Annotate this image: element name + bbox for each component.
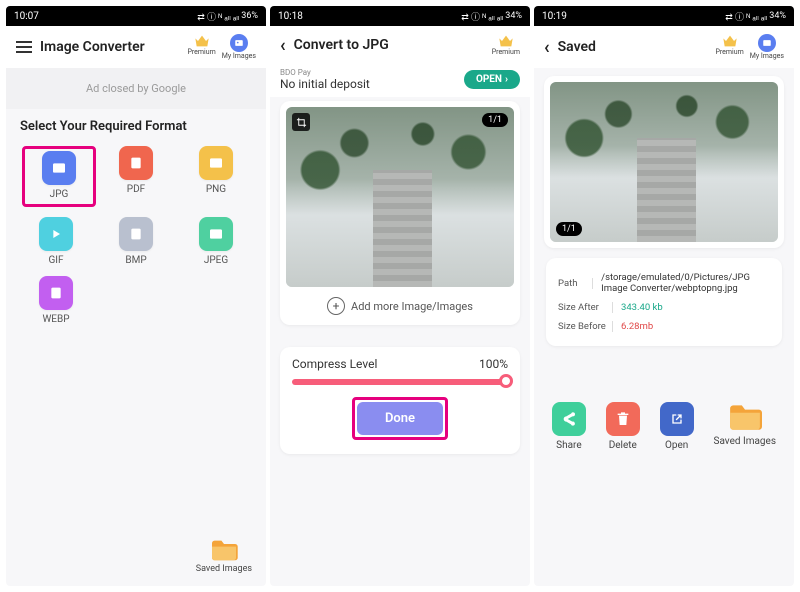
crop-icon[interactable] [292,113,310,131]
doc-icon [119,217,153,251]
action-row: Share Delete Open Saved Images [542,402,786,451]
image-icon [199,217,233,251]
screen-formats: 10:07 ⇄ ⓘ ᴺ ₐₗₗ ₐₗₗ 36% Image Converter … [6,6,266,586]
file-info-card: Path /storage/emulated/0/Pictures/JPG Im… [546,258,782,346]
open-button[interactable]: Open [660,402,694,451]
my-images-button[interactable]: My Images [750,34,784,60]
premium-button[interactable]: Premium [492,34,520,56]
format-tile-png[interactable]: PNG [176,146,256,207]
screen-saved: 10:19 ⇄ ⓘ ᴺ ₐₗₗ ₐₗₗ 34% ‹ Saved Premium … [534,6,794,586]
share-button[interactable]: Share [552,402,586,451]
crown-icon [722,34,738,48]
hamburger-icon[interactable] [16,41,32,53]
open-icon [660,402,694,436]
ad-row: BDO PayNo initial deposit OPEN › [270,64,530,97]
app-header: ‹ Saved Premium My Images [534,26,794,68]
my-images-button[interactable]: My Images [222,34,256,60]
delete-button[interactable]: Delete [606,402,640,451]
image-count-badge: 1/1 [556,222,582,236]
premium-button[interactable]: Premium [715,34,743,56]
compress-card: Compress Level 100% Done [280,347,520,454]
info-row-path: Path /storage/emulated/0/Pictures/JPG Im… [558,268,770,298]
image-circle-icon [758,34,776,52]
share-icon [552,402,586,436]
image-preview[interactable]: 1/1 [286,107,514,287]
done-highlight: Done [352,397,447,440]
compress-value: 100% [479,357,508,371]
saved-images-button[interactable]: Saved Images [714,402,777,451]
info-row-size-after: Size After 343.40 kb [558,298,770,317]
image-icon [199,146,233,180]
compress-slider[interactable] [292,379,508,385]
image-preview[interactable]: 1/1 [550,82,778,242]
ad-text: BDO PayNo initial deposit [280,68,370,91]
chevron-right-icon: › [505,74,508,85]
back-icon[interactable]: ‹ [544,37,550,58]
image-count-badge: 1/1 [482,113,508,127]
screen-title: Saved [558,39,708,55]
compress-label: Compress Level [292,357,377,371]
app-header: ‹ Convert to JPG Premium [270,26,530,64]
crown-icon [498,34,514,48]
ad-open-button[interactable]: OPEN › [464,70,520,89]
play-icon [39,217,73,251]
format-tile-bmp[interactable]: BMP [96,217,176,266]
preview-card: 1/1 [544,76,784,248]
crown-icon [194,34,210,48]
info-row-size-before: Size Before 6.28mb [558,317,770,336]
status-icons: ⇄ ⓘ ᴺ ₐₗₗ ₐₗₗ 34% [461,10,522,23]
back-icon[interactable]: ‹ [280,35,286,56]
preview-card: 1/1 + Add more Image/Images [280,101,520,325]
plus-circle-icon: + [327,297,345,315]
ad-banner: Ad closed by Google [6,68,266,109]
status-bar: 10:07 ⇄ ⓘ ᴺ ₐₗₗ ₐₗₗ 36% [6,6,266,26]
premium-button[interactable]: Premium [187,34,215,56]
folder-icon [728,402,762,432]
status-bar: 10:18 ⇄ ⓘ ᴺ ₐₗₗ ₐₗₗ 34% [270,6,530,26]
format-tile-webp[interactable]: WEBP [16,276,96,325]
section-title: Select Your Required Format [6,109,266,140]
folder-icon [210,538,238,562]
screen-title: Convert to JPG [294,37,484,53]
trash-icon [606,402,640,436]
image-icon [42,151,76,185]
status-bar: 10:19 ⇄ ⓘ ᴺ ₐₗₗ ₐₗₗ 34% [534,6,794,26]
image-circle-icon [230,34,248,52]
status-icons: ⇄ ⓘ ᴺ ₐₗₗ ₐₗₗ 36% [197,10,258,23]
clock: 10:19 [542,11,567,22]
format-grid: JPG PDF PNG GIF BMP JPEG WEBP [6,140,266,331]
saved-images-button[interactable]: Saved Images [196,538,252,574]
format-tile-jpeg[interactable]: JPEG [176,217,256,266]
doc-icon [119,146,153,180]
app-header: Image Converter Premium My Images [6,26,266,68]
done-button[interactable]: Done [357,402,442,435]
doc-icon [39,276,73,310]
format-tile-pdf[interactable]: PDF [96,146,176,207]
format-tile-jpg[interactable]: JPG [22,146,96,207]
app-title: Image Converter [40,39,179,55]
screen-convert: 10:18 ⇄ ⓘ ᴺ ₐₗₗ ₐₗₗ 34% ‹ Convert to JPG… [270,6,530,586]
add-more-button[interactable]: + Add more Image/Images [286,287,514,319]
status-icons: ⇄ ⓘ ᴺ ₐₗₗ ₐₗₗ 34% [725,10,786,23]
format-tile-gif[interactable]: GIF [16,217,96,266]
clock: 10:18 [278,11,303,22]
clock: 10:07 [14,11,39,22]
